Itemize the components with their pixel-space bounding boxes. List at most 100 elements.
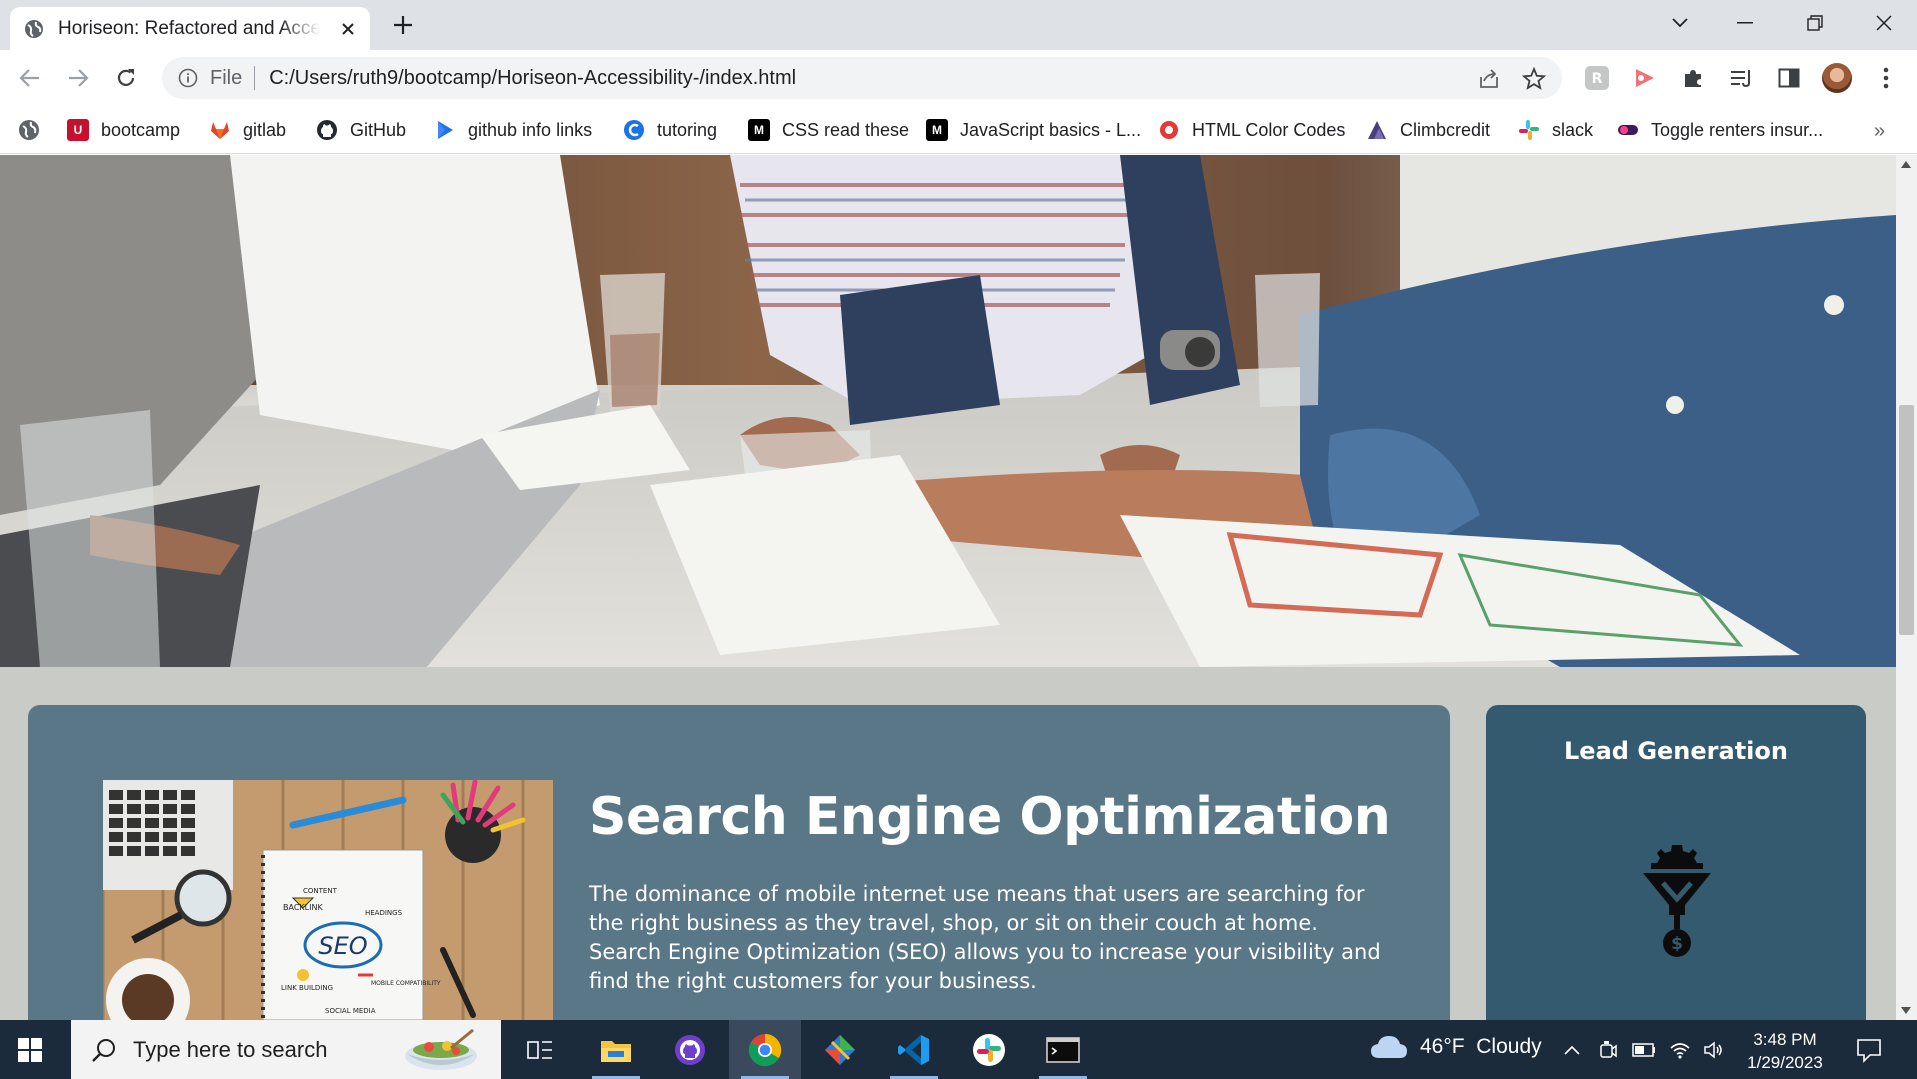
tab-title: Horiseon: Refactored and Accessible bbox=[58, 17, 320, 39]
bookmark-css-read-these[interactable]: M CSS read these bbox=[748, 116, 909, 144]
bookmark-tutoring[interactable]: tutoring bbox=[623, 116, 717, 144]
page-scrollbar[interactable] bbox=[1896, 155, 1917, 1020]
tray-chevron-up-icon[interactable] bbox=[1560, 1038, 1584, 1062]
lead-generation-card: Lead Generation $ bbox=[1486, 705, 1866, 1020]
weather-text: 46°F Cloudy bbox=[1420, 1035, 1542, 1058]
notification-center-icon[interactable] bbox=[1856, 1037, 1882, 1063]
bookmark-bootcamp[interactable]: U bootcamp bbox=[67, 116, 180, 144]
slack-app-icon[interactable] bbox=[953, 1020, 1025, 1079]
bookmark-climbcredit[interactable]: Climbcredit bbox=[1366, 116, 1490, 144]
reload-icon[interactable] bbox=[110, 62, 142, 94]
bookmark-label: HTML Color Codes bbox=[1192, 119, 1346, 140]
hero-image bbox=[0, 155, 1896, 667]
vscode-icon[interactable] bbox=[878, 1020, 950, 1079]
meet-now-icon[interactable] bbox=[1596, 1038, 1620, 1062]
bookmark-label: GitHub bbox=[350, 119, 407, 140]
volume-icon[interactable] bbox=[1702, 1038, 1726, 1062]
cloud-icon bbox=[1371, 1036, 1407, 1058]
tutoring-icon bbox=[624, 120, 644, 140]
bookmark-label: github info links bbox=[468, 119, 593, 140]
bookmarks-overflow-chevron-icon[interactable]: » bbox=[1874, 120, 1885, 143]
lead-generation-title: Lead Generation bbox=[1564, 737, 1788, 765]
bookmark-slack[interactable]: slack bbox=[1518, 116, 1593, 144]
globe-icon bbox=[19, 120, 39, 140]
url-scheme: File bbox=[210, 66, 243, 89]
new-tab-icon[interactable] bbox=[390, 12, 416, 38]
battery-icon[interactable] bbox=[1632, 1038, 1656, 1062]
bookmark-label: tutoring bbox=[657, 119, 718, 140]
bookmark-label: CSS read these bbox=[782, 119, 910, 140]
seo-paragraph: The dominance of mobile internet use mea… bbox=[589, 882, 1381, 993]
bookmark-toggle-renters[interactable]: Toggle renters insur... bbox=[1617, 116, 1823, 144]
close-window-icon[interactable] bbox=[1864, 8, 1904, 38]
tab-close-icon[interactable] bbox=[338, 19, 358, 39]
bookmarks-bar: U bootcamp gitlab GitHub github info lin… bbox=[0, 106, 1917, 154]
seo-image-word: SEO bbox=[318, 932, 367, 960]
scroll-thumb[interactable] bbox=[1899, 405, 1914, 635]
taskbar-clock[interactable]: 3:48 PM 1/29/2023 bbox=[1735, 1028, 1835, 1074]
clock-time: 3:48 PM bbox=[1753, 1030, 1817, 1049]
scroll-up-arrow-icon[interactable] bbox=[1901, 161, 1911, 168]
seo-image: SEO CONTENT BACKLINK HEADINGS LINK BUILD… bbox=[103, 780, 553, 1020]
bookmark-label: Toggle renters insur... bbox=[1651, 119, 1824, 140]
extensions-puzzle-icon[interactable] bbox=[1679, 64, 1707, 92]
medium-icon: M bbox=[926, 119, 948, 141]
bookmark-label: slack bbox=[1552, 119, 1594, 140]
browser-tab[interactable]: Horiseon: Refactored and Accessible bbox=[10, 7, 370, 50]
bookmark-javascript-basics[interactable]: M JavaScript basics - L... bbox=[926, 116, 1141, 144]
forward-icon[interactable] bbox=[62, 62, 94, 94]
back-icon[interactable] bbox=[14, 62, 46, 94]
windows-taskbar: Type here to search 46°F Cloudy 3:48 PM … bbox=[0, 1020, 1917, 1079]
weather-widget[interactable]: 46°F Cloudy bbox=[1370, 1034, 1542, 1060]
tab-search-chevron-icon[interactable] bbox=[1660, 8, 1700, 38]
restore-icon[interactable] bbox=[1795, 8, 1835, 38]
side-panel-icon[interactable] bbox=[1775, 64, 1803, 92]
bookmark-star-icon[interactable] bbox=[1522, 67, 1546, 91]
terminal-icon[interactable] bbox=[1027, 1020, 1099, 1079]
taskbar-search-box[interactable]: Type here to search bbox=[71, 1020, 501, 1079]
medium-icon: M bbox=[748, 119, 770, 141]
file-explorer-icon[interactable] bbox=[580, 1020, 652, 1079]
share-icon[interactable] bbox=[1477, 67, 1501, 91]
bookmark-github[interactable]: GitHub bbox=[316, 116, 406, 144]
github-icon bbox=[317, 120, 337, 140]
bookmark-github-info-links[interactable]: github info links bbox=[434, 116, 592, 144]
slack-icon bbox=[1519, 120, 1539, 140]
seo-section: SEO CONTENT BACKLINK HEADINGS LINK BUILD… bbox=[28, 705, 1450, 1020]
minimize-icon[interactable] bbox=[1725, 8, 1765, 38]
windows-start-icon[interactable] bbox=[18, 1038, 42, 1062]
bookmark-gitlab[interactable]: gitlab bbox=[209, 116, 286, 144]
extension-screencast-icon[interactable] bbox=[1631, 64, 1659, 92]
git-gui-icon[interactable] bbox=[804, 1020, 876, 1079]
info-icon[interactable] bbox=[178, 68, 198, 88]
globe-icon bbox=[25, 19, 43, 38]
bookmark-label: bootcamp bbox=[101, 119, 181, 140]
taskbar-search-placeholder: Type here to search bbox=[133, 1036, 328, 1062]
bookmark-html-color-codes[interactable]: HTML Color Codes bbox=[1158, 116, 1345, 144]
github-desktop-icon[interactable] bbox=[654, 1020, 726, 1079]
bookmark-label: gitlab bbox=[243, 119, 287, 140]
url-text[interactable]: C:/Users/ruth9/bootcamp/Horiseon-Accessi… bbox=[269, 67, 796, 90]
profile-avatar[interactable] bbox=[1822, 63, 1852, 93]
seo-heading: Search Engine Optimization bbox=[589, 787, 1391, 847]
bookmark-label: Climbcredit bbox=[1400, 119, 1491, 140]
page-viewport: SEO CONTENT BACKLINK HEADINGS LINK BUILD… bbox=[0, 155, 1896, 1020]
bookmark-globe[interactable] bbox=[18, 116, 52, 144]
address-bar[interactable]: File C:/Users/ruth9/bootcamp/Horiseon-Ac… bbox=[162, 57, 1562, 99]
url-separator bbox=[254, 66, 256, 90]
svg-text:$: $ bbox=[1671, 934, 1683, 954]
extension-r-icon[interactable]: R bbox=[1583, 64, 1611, 92]
reading-list-icon[interactable] bbox=[1727, 64, 1755, 92]
scroll-down-arrow-icon[interactable] bbox=[1901, 1007, 1911, 1014]
chrome-icon[interactable] bbox=[729, 1020, 801, 1079]
lead-funnel-icon: $ bbox=[1643, 845, 1711, 957]
color-icon bbox=[1160, 121, 1178, 139]
task-view-icon[interactable] bbox=[504, 1020, 576, 1079]
gitlab-icon bbox=[211, 122, 229, 139]
wifi-icon[interactable] bbox=[1668, 1038, 1692, 1062]
clock-date: 1/29/2023 bbox=[1747, 1053, 1823, 1072]
seo-image-word: SOCIAL MEDIA bbox=[325, 1007, 376, 1015]
svg-text:R: R bbox=[1592, 71, 1603, 87]
menu-kebab-icon[interactable] bbox=[1872, 64, 1900, 92]
seo-image-word: LINK BUILDING bbox=[281, 984, 333, 992]
